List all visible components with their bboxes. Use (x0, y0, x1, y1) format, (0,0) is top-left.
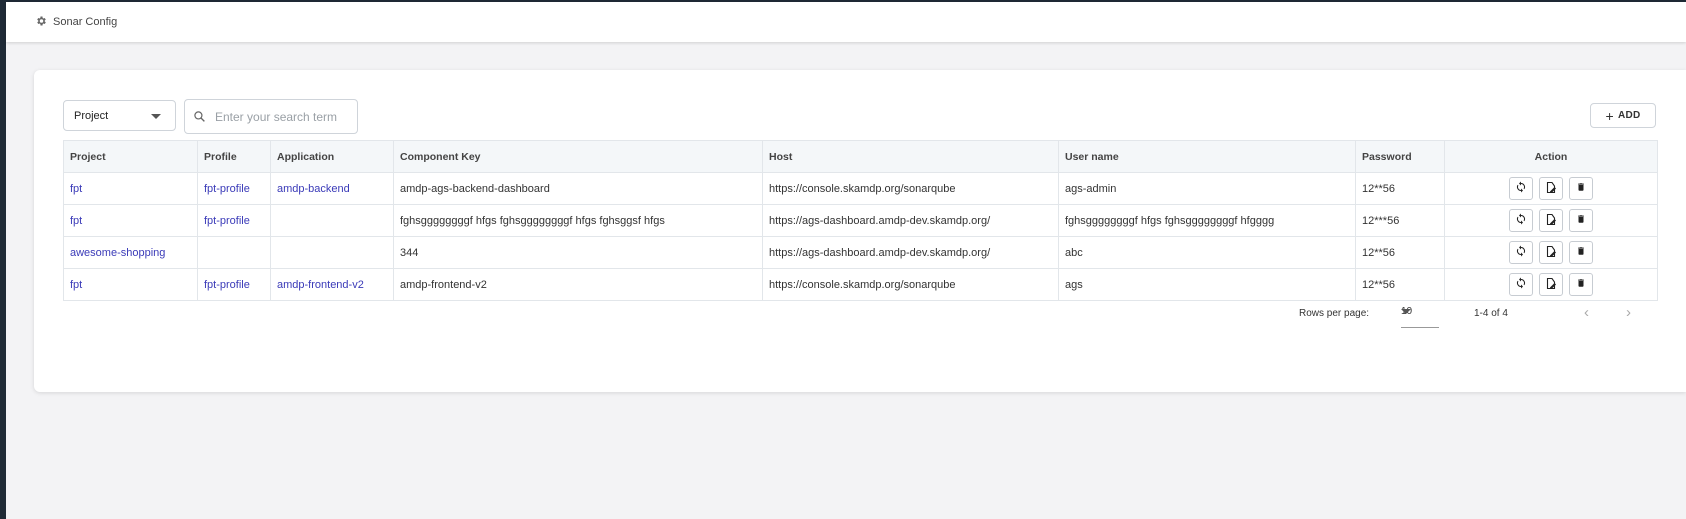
trash-icon (1576, 245, 1586, 260)
delete-button[interactable] (1569, 177, 1593, 200)
password-cell: 12**56 (1355, 172, 1445, 205)
table-row: fpt fpt-profile amdp-backend amdp-ags-ba… (63, 172, 1658, 205)
sonar-config-table: Project Profile Application Component Ke… (63, 140, 1658, 301)
edit-button[interactable] (1539, 209, 1563, 232)
edit-file-icon (1545, 213, 1557, 229)
edit-button[interactable] (1539, 177, 1563, 200)
trash-icon (1576, 277, 1586, 292)
add-button-label: ADD (1617, 110, 1641, 121)
edit-button[interactable] (1539, 273, 1563, 296)
action-cell (1444, 268, 1658, 301)
rows-per-page-label: Rows per page: (1299, 308, 1370, 319)
action-cell (1444, 172, 1658, 205)
column-header-action: Action (1444, 140, 1658, 173)
column-header-password[interactable]: Password (1355, 140, 1445, 173)
component-key-cell: amdp-frontend-v2 (393, 268, 763, 301)
project-link[interactable]: fpt (63, 172, 198, 205)
component-key-cell: fghsggggggggf hfgs fghsggggggggf hfgs fg… (393, 204, 763, 237)
edit-file-icon (1545, 277, 1557, 293)
application-link[interactable] (270, 236, 394, 269)
chevron-down-icon (1401, 309, 1411, 314)
password-cell: 12**56 (1355, 268, 1445, 301)
sync-icon (1515, 213, 1527, 228)
password-cell: 12***56 (1355, 204, 1445, 237)
table-header-row: Project Profile Application Component Ke… (63, 140, 1658, 173)
column-header-component-key[interactable]: Component Key (393, 140, 763, 173)
username-cell: ags-admin (1058, 172, 1356, 205)
plus-icon: + (1605, 107, 1614, 124)
action-cell (1444, 236, 1658, 269)
filter-select-value: Project (74, 109, 109, 122)
gear-icon (35, 15, 49, 29)
trash-icon (1576, 181, 1586, 196)
action-cell (1444, 204, 1658, 237)
component-key-cell: amdp-ags-backend-dashboard (393, 172, 763, 205)
profile-link[interactable] (197, 236, 271, 269)
top-bar: Sonar Config (6, 2, 1686, 42)
delete-button[interactable] (1569, 209, 1593, 232)
project-link[interactable]: awesome-shopping (63, 236, 198, 269)
filter-select[interactable]: Project (63, 100, 176, 131)
trash-icon (1576, 213, 1586, 228)
table-row: fpt fpt-profile amdp-frontend-v2 amdp-fr… (63, 268, 1658, 301)
password-cell: 12**56 (1355, 236, 1445, 269)
column-header-profile[interactable]: Profile (197, 140, 271, 173)
edit-button[interactable] (1539, 241, 1563, 264)
page-range: 1-4 of 4 (1474, 308, 1508, 319)
sync-icon (1515, 277, 1527, 292)
application-link[interactable]: amdp-frontend-v2 (270, 268, 394, 301)
column-header-host[interactable]: Host (762, 140, 1059, 173)
sync-button[interactable] (1509, 273, 1533, 296)
prev-page-button[interactable]: ‹ (1584, 304, 1589, 321)
project-link[interactable]: fpt (63, 268, 198, 301)
column-header-project[interactable]: Project (63, 140, 198, 173)
sync-button[interactable] (1509, 209, 1533, 232)
rows-per-page-select[interactable]: 10 (1401, 301, 1439, 328)
username-cell: fghsggggggggf hfgs fghsggggggggf hfgggg (1058, 204, 1356, 237)
host-cell: https://ags-dashboard.amdp-dev.skamdp.or… (762, 204, 1059, 237)
column-header-application[interactable]: Application (270, 140, 394, 173)
next-page-button[interactable]: › (1626, 304, 1631, 321)
search-input[interactable] (213, 108, 357, 125)
username-cell: ags (1058, 268, 1356, 301)
host-cell: https://ags-dashboard.amdp-dev.skamdp.or… (762, 236, 1059, 269)
edit-file-icon (1545, 245, 1557, 261)
table-row: fpt fpt-profile fghsggggggggf hfgs fghsg… (63, 204, 1658, 237)
chevron-down-icon (151, 114, 161, 119)
sync-icon (1515, 181, 1527, 196)
component-key-cell: 344 (393, 236, 763, 269)
delete-button[interactable] (1569, 241, 1593, 264)
project-link[interactable]: fpt (63, 204, 198, 237)
application-link[interactable]: amdp-backend (270, 172, 394, 205)
sidebar-strip (0, 0, 6, 519)
pagination: Rows per page: 10 1-4 of 4 ‹ › (34, 298, 1686, 328)
column-header-username[interactable]: User name (1058, 140, 1356, 173)
host-cell: https://console.skamdp.org/sonarqube (762, 172, 1059, 205)
sync-icon (1515, 245, 1527, 260)
content-card: Project + ADD Project Profile Applicatio… (34, 70, 1686, 392)
username-cell: abc (1058, 236, 1356, 269)
add-button[interactable]: + ADD (1590, 103, 1656, 128)
sync-button[interactable] (1509, 177, 1533, 200)
search-box[interactable] (184, 99, 358, 134)
table-row: awesome-shopping 344 https://ags-dashboa… (63, 236, 1658, 269)
profile-link[interactable]: fpt-profile (197, 268, 271, 301)
edit-file-icon (1545, 181, 1557, 197)
profile-link[interactable]: fpt-profile (197, 204, 271, 237)
search-icon (193, 110, 207, 124)
page-title: Sonar Config (53, 16, 118, 28)
delete-button[interactable] (1569, 273, 1593, 296)
application-link[interactable] (270, 204, 394, 237)
sync-button[interactable] (1509, 241, 1533, 264)
host-cell: https://console.skamdp.org/sonarqube (762, 268, 1059, 301)
profile-link[interactable]: fpt-profile (197, 172, 271, 205)
